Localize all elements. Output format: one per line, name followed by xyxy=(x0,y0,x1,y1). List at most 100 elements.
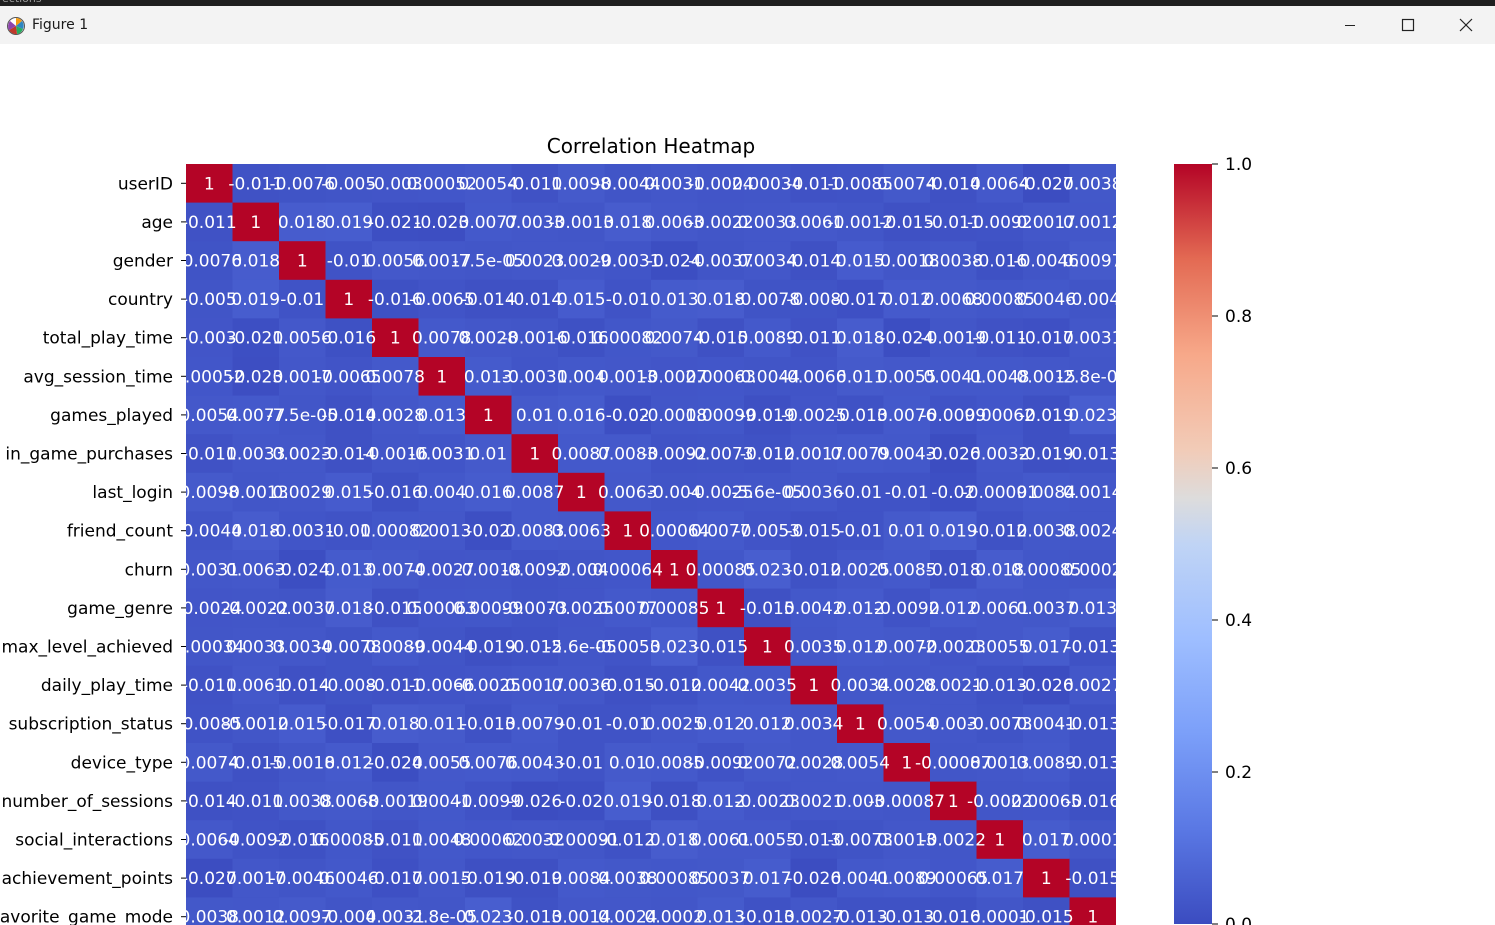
row-tick-label: max_level_achieved xyxy=(2,638,174,658)
maximize-button[interactable] xyxy=(1379,6,1437,44)
cell-annotation: 0.0002 xyxy=(645,908,704,925)
cell-annotation: 0.0037 xyxy=(1017,599,1076,619)
cell-annotation: 1 xyxy=(390,329,401,349)
chart-title: Correlation Heatmap xyxy=(547,134,756,158)
cell-annotation: 0.0097 xyxy=(1063,252,1122,272)
cell-annotation: 1 xyxy=(762,638,773,658)
cell-annotation: -0.016 xyxy=(368,483,423,503)
cell-annotation: -0.01 xyxy=(327,252,371,272)
cell-annotation: -0.013 xyxy=(1065,638,1120,658)
cell-annotation: 0.004 xyxy=(417,483,466,503)
cell-annotation: 0.023 xyxy=(1068,406,1117,426)
cell-annotation: -0.013 xyxy=(1065,715,1120,735)
cell-annotation: 0.015 xyxy=(278,715,327,735)
cell-annotation: 0.0054 xyxy=(831,753,890,773)
close-icon xyxy=(1459,18,1473,32)
row-tick-label: last_login xyxy=(92,483,173,503)
cell-annotation: 1 xyxy=(529,445,540,465)
cell-annotation: 0.023 xyxy=(650,638,699,658)
cell-annotation: 0.01 xyxy=(609,753,647,773)
cell-annotation: 0.023 xyxy=(743,560,792,580)
row-tick-label: in_game_purchases xyxy=(5,445,173,465)
cell-annotation: 1 xyxy=(901,753,912,773)
cell-annotation: -0.01 xyxy=(280,290,324,310)
cell-annotation: 0.0054 xyxy=(877,715,936,735)
cell-annotation: -0.01 xyxy=(559,753,603,773)
cell-annotation: 0.00064 xyxy=(593,560,663,580)
row-tick-label: avg_session_time xyxy=(23,367,173,387)
cell-annotation: 0.0035 xyxy=(738,676,797,696)
cell-annotation: 0.018 xyxy=(371,715,420,735)
cell-annotation: 0.018 xyxy=(324,599,373,619)
window-title: Figure 1 xyxy=(32,17,89,33)
cell-annotation: 0.015 xyxy=(557,290,606,310)
window-titlebar[interactable]: Figure 1 xyxy=(0,6,1495,44)
row-tick-label: avorite_game_mode xyxy=(0,908,173,925)
cell-annotation: 0.0028 xyxy=(366,406,425,426)
cell-annotation: 0.01 xyxy=(888,522,926,542)
cell-annotation: 0.0027 xyxy=(1063,676,1122,696)
close-button[interactable] xyxy=(1437,6,1495,44)
cell-annotation: 0.013 xyxy=(696,908,745,925)
cell-annotation: 0.019 xyxy=(603,792,652,812)
cell-annotation: 0.0001 xyxy=(1063,831,1122,851)
cell-annotation: 1 xyxy=(436,367,447,387)
cell-annotation: 0.011 xyxy=(417,715,466,735)
cell-annotation: 1 xyxy=(622,522,633,542)
cell-annotation: -0.026 xyxy=(507,792,562,812)
colorbar-tick-label: 0.2 xyxy=(1225,763,1252,783)
matplotlib-app-icon xyxy=(6,16,26,36)
cell-annotation: 1 xyxy=(297,252,308,272)
cell-annotation: 0.0036 xyxy=(784,483,843,503)
row-tick-label: subscription_status xyxy=(9,715,174,735)
cell-annotation: 0.017 xyxy=(975,869,1024,889)
cell-annotation: -0.017 xyxy=(833,290,888,310)
cell-annotation: 0.012 xyxy=(696,715,745,735)
row-tick-label: userID xyxy=(118,174,173,194)
cell-annotation: -0.017 xyxy=(321,715,376,735)
cell-annotation: 0.013 xyxy=(1068,599,1117,619)
cell-annotation: -0.015 xyxy=(693,638,748,658)
cell-annotation: -0.005 xyxy=(182,290,237,310)
row-tick-label: gender xyxy=(113,252,173,272)
cell-annotation: -0.019 xyxy=(1019,406,1074,426)
cell-annotation: -0.004 xyxy=(1065,290,1120,310)
cell-annotation: -0.011 xyxy=(786,329,841,349)
minimize-button[interactable] xyxy=(1321,6,1379,44)
cell-annotation: 1 xyxy=(483,406,494,426)
cell-annotation: 0.0031 xyxy=(1063,329,1122,349)
cell-annotation: -0.0031 xyxy=(269,522,335,542)
cell-annotation: 0.013 xyxy=(417,406,466,426)
row-tick-label: friend_count xyxy=(67,522,174,542)
cell-annotation: 0.0078 xyxy=(366,367,425,387)
cell-annotation: 0.0042 xyxy=(784,599,843,619)
cell-annotation: 0.023 xyxy=(464,908,513,925)
cell-annotation: 0.0024 xyxy=(1063,522,1122,542)
minimize-icon xyxy=(1345,25,1355,26)
cell-annotation: 0.015 xyxy=(324,483,373,503)
cell-annotation: -0.024 xyxy=(275,560,330,580)
cell-annotation: 0.0014 xyxy=(1063,483,1122,503)
cell-annotation: 0.0012 xyxy=(1063,213,1122,233)
cell-annotation: 1 xyxy=(343,290,354,310)
cell-annotation: 1 xyxy=(669,560,680,580)
cell-annotation: -0.02 xyxy=(466,522,510,542)
cell-annotation: 1 xyxy=(855,715,866,735)
cell-annotation: -0.014 xyxy=(507,290,562,310)
colorbar-gradient xyxy=(1174,164,1212,924)
cell-annotation: 0.0055 xyxy=(970,638,1029,658)
cell-annotation: -0.013 xyxy=(1065,445,1120,465)
cell-annotation: -0.015 xyxy=(786,522,841,542)
row-tick-label: daily_play_time xyxy=(41,676,173,696)
maximize-icon xyxy=(1401,18,1415,32)
cell-annotation: -0.00087 xyxy=(869,792,945,812)
cell-annotation: 0.0013 xyxy=(412,522,471,542)
cell-annotation: 0.019 xyxy=(324,213,373,233)
row-tick-label: age xyxy=(141,213,173,233)
row-tick-label: social_interactions xyxy=(15,831,173,851)
cell-annotation: 0.0034 xyxy=(784,715,843,735)
cell-annotation: 1 xyxy=(1087,908,1098,925)
correlation-heatmap: Correlation Heatmap 1 -0.011-0.0076-0.005… xyxy=(0,134,1252,925)
cell-annotation: 0.019 xyxy=(929,522,978,542)
cell-annotation: -0.016 xyxy=(1065,792,1120,812)
